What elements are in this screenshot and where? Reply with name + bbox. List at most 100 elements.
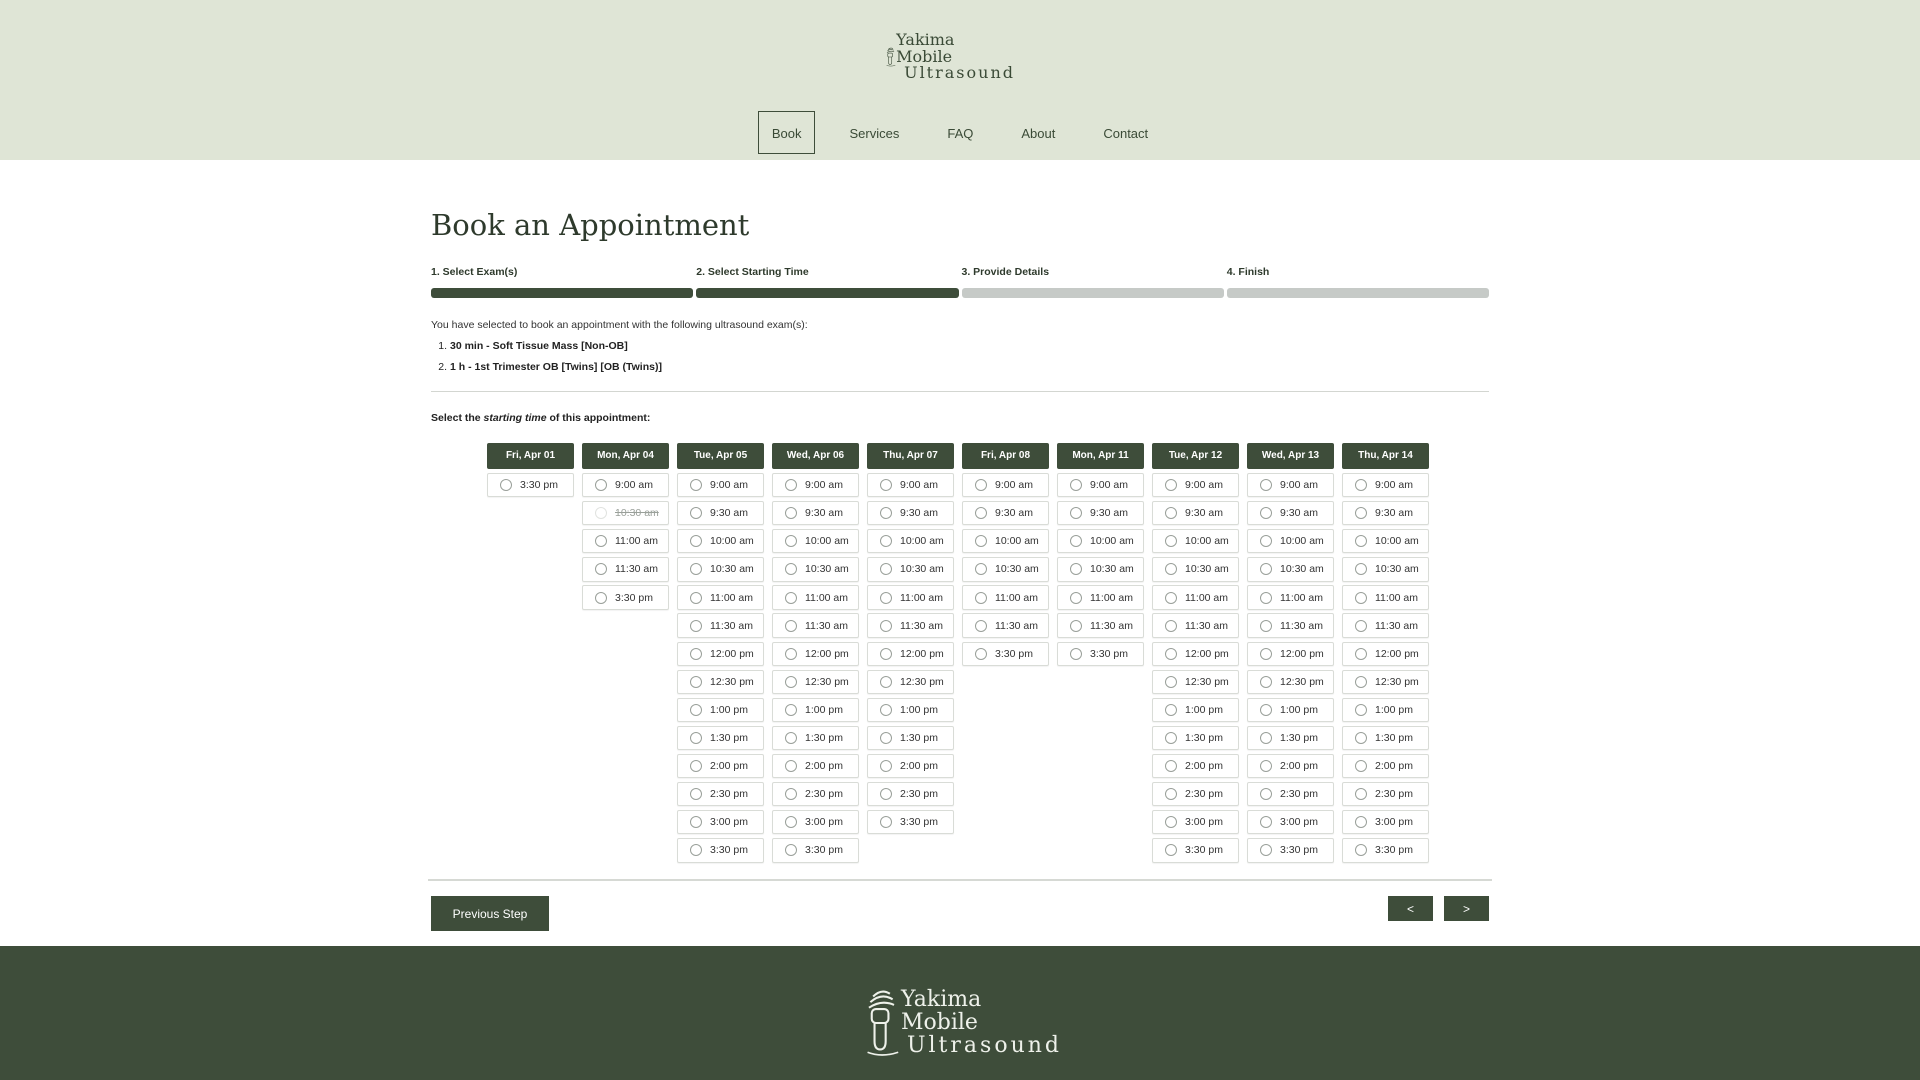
radio-icon[interactable] bbox=[880, 816, 892, 829]
time-slot-option[interactable]: 10:00 am bbox=[1152, 529, 1239, 554]
time-slot-option[interactable]: 12:30 pm bbox=[772, 669, 859, 694]
time-slot-option[interactable]: 9:00 am bbox=[1342, 473, 1429, 498]
radio-icon[interactable] bbox=[785, 703, 797, 716]
time-slot-option[interactable]: 1:00 pm bbox=[867, 697, 954, 723]
radio-icon[interactable] bbox=[880, 647, 892, 660]
radio-icon[interactable] bbox=[1260, 703, 1272, 716]
time-slot-option[interactable]: 3:30 pm bbox=[772, 838, 859, 863]
time-slot-option[interactable]: 3:30 pm bbox=[1342, 838, 1429, 863]
time-slot-option[interactable]: 11:30 am bbox=[772, 613, 859, 638]
time-slot-option[interactable]: 3:00 pm bbox=[1152, 810, 1239, 835]
radio-icon[interactable] bbox=[880, 479, 892, 492]
radio-icon[interactable] bbox=[785, 816, 797, 829]
time-slot-option[interactable]: 11:30 am bbox=[1247, 613, 1334, 638]
radio-icon[interactable] bbox=[880, 760, 892, 773]
radio-icon[interactable] bbox=[1165, 816, 1177, 829]
time-slot-option[interactable]: 2:30 pm bbox=[1342, 782, 1429, 807]
radio-icon[interactable] bbox=[690, 788, 702, 801]
radio-icon[interactable] bbox=[1165, 788, 1177, 801]
time-slot-option[interactable]: 10:30 am bbox=[867, 557, 954, 582]
time-slot-option[interactable]: 10:30 am bbox=[1057, 557, 1144, 582]
radio-icon[interactable] bbox=[1355, 479, 1367, 492]
radio-icon[interactable] bbox=[975, 479, 987, 492]
radio-icon[interactable] bbox=[1165, 844, 1177, 857]
radio-icon[interactable] bbox=[690, 844, 702, 857]
radio-icon[interactable] bbox=[595, 479, 607, 492]
radio-icon[interactable] bbox=[975, 619, 987, 632]
radio-icon[interactable] bbox=[690, 479, 702, 492]
radio-icon[interactable] bbox=[690, 760, 702, 773]
radio-icon[interactable] bbox=[880, 507, 892, 520]
radio-icon[interactable] bbox=[1165, 479, 1177, 492]
radio-icon[interactable] bbox=[1070, 535, 1082, 548]
radio-icon[interactable] bbox=[690, 816, 702, 829]
radio-icon[interactable] bbox=[1260, 479, 1272, 492]
radio-icon[interactable] bbox=[690, 675, 702, 688]
time-slot-option[interactable]: 2:00 pm bbox=[1152, 753, 1239, 779]
time-slot-option[interactable]: 10:00 am bbox=[1247, 529, 1334, 554]
time-slot-option[interactable]: 11:30 am bbox=[1057, 613, 1144, 638]
radio-icon[interactable] bbox=[1355, 788, 1367, 801]
radio-icon[interactable] bbox=[1165, 619, 1177, 632]
time-slot-option[interactable]: 11:30 am bbox=[962, 613, 1049, 638]
time-slot-option[interactable]: 10:00 am bbox=[1342, 529, 1429, 554]
nav-services[interactable]: Services bbox=[835, 111, 913, 154]
time-slot-option[interactable]: 11:30 am bbox=[867, 613, 954, 638]
radio-icon[interactable] bbox=[690, 535, 702, 548]
time-slot-option[interactable]: 1:30 pm bbox=[772, 725, 859, 751]
radio-icon[interactable] bbox=[785, 479, 797, 492]
radio-icon[interactable] bbox=[785, 591, 797, 604]
time-slot-option[interactable]: 9:00 am bbox=[677, 473, 764, 498]
radio-icon[interactable] bbox=[1070, 507, 1082, 520]
radio-icon[interactable] bbox=[785, 535, 797, 548]
radio-icon[interactable] bbox=[690, 591, 702, 604]
radio-icon[interactable] bbox=[1070, 619, 1082, 632]
time-slot-option[interactable]: 3:30 pm bbox=[1057, 641, 1144, 666]
time-slot-option[interactable]: 3:30 pm bbox=[1247, 838, 1334, 863]
time-slot-option[interactable]: 12:00 pm bbox=[772, 641, 859, 666]
radio-icon[interactable] bbox=[1070, 591, 1082, 604]
radio-icon[interactable] bbox=[880, 535, 892, 548]
radio-icon[interactable] bbox=[1165, 535, 1177, 548]
radio-icon[interactable] bbox=[785, 844, 797, 857]
time-slot-option[interactable]: 9:30 am bbox=[1342, 501, 1429, 526]
radio-icon[interactable] bbox=[880, 788, 892, 801]
time-slot-option[interactable]: 9:30 am bbox=[1152, 501, 1239, 526]
radio-icon[interactable] bbox=[1355, 535, 1367, 548]
time-slot-option[interactable]: 2:00 pm bbox=[1342, 753, 1429, 779]
radio-icon[interactable] bbox=[1260, 760, 1272, 773]
time-slot-option[interactable]: 2:00 pm bbox=[677, 753, 764, 779]
time-slot-option[interactable]: 3:00 pm bbox=[677, 810, 764, 835]
time-slot-option[interactable]: 10:00 am bbox=[677, 529, 764, 554]
radio-icon[interactable] bbox=[690, 647, 702, 660]
time-slot-option[interactable]: 1:00 pm bbox=[1152, 697, 1239, 723]
radio-icon[interactable] bbox=[1165, 760, 1177, 773]
time-slot-option[interactable]: 12:00 pm bbox=[1152, 641, 1239, 666]
radio-icon[interactable] bbox=[975, 507, 987, 520]
time-slot-option[interactable]: 11:00 am bbox=[1247, 585, 1334, 610]
time-slot-option[interactable]: 3:00 pm bbox=[1342, 810, 1429, 835]
time-slot-option[interactable]: 11:00 am bbox=[1152, 585, 1239, 610]
time-slot-option[interactable]: 2:30 pm bbox=[772, 782, 859, 807]
time-slot-option[interactable]: 3:30 pm bbox=[962, 641, 1049, 666]
radio-icon[interactable] bbox=[880, 563, 892, 576]
radio-icon[interactable] bbox=[1165, 647, 1177, 660]
time-slot-option[interactable]: 11:00 am bbox=[1342, 585, 1429, 610]
time-slot-option[interactable]: 9:30 am bbox=[772, 501, 859, 526]
time-slot-option[interactable]: 12:00 pm bbox=[677, 641, 764, 666]
time-slot-option[interactable]: 3:30 pm bbox=[487, 473, 574, 498]
time-slot-option[interactable]: 9:30 am bbox=[1247, 501, 1334, 526]
radio-icon[interactable] bbox=[880, 731, 892, 744]
time-slot-option[interactable]: 10:30 am bbox=[772, 557, 859, 582]
time-slot-option[interactable]: 9:30 am bbox=[677, 501, 764, 526]
radio-icon[interactable] bbox=[1165, 563, 1177, 576]
radio-icon[interactable] bbox=[1260, 816, 1272, 829]
time-slot-option[interactable]: 3:30 pm bbox=[677, 838, 764, 863]
time-slot-option[interactable]: 3:30 pm bbox=[1152, 838, 1239, 863]
time-slot-option[interactable]: 12:00 pm bbox=[1247, 641, 1334, 666]
time-slot-option[interactable]: 11:00 am bbox=[677, 585, 764, 610]
time-slot-option[interactable]: 11:00 am bbox=[582, 529, 669, 554]
radio-icon[interactable] bbox=[785, 563, 797, 576]
time-slot-option[interactable]: 9:30 am bbox=[1057, 501, 1144, 526]
radio-icon[interactable] bbox=[880, 619, 892, 632]
